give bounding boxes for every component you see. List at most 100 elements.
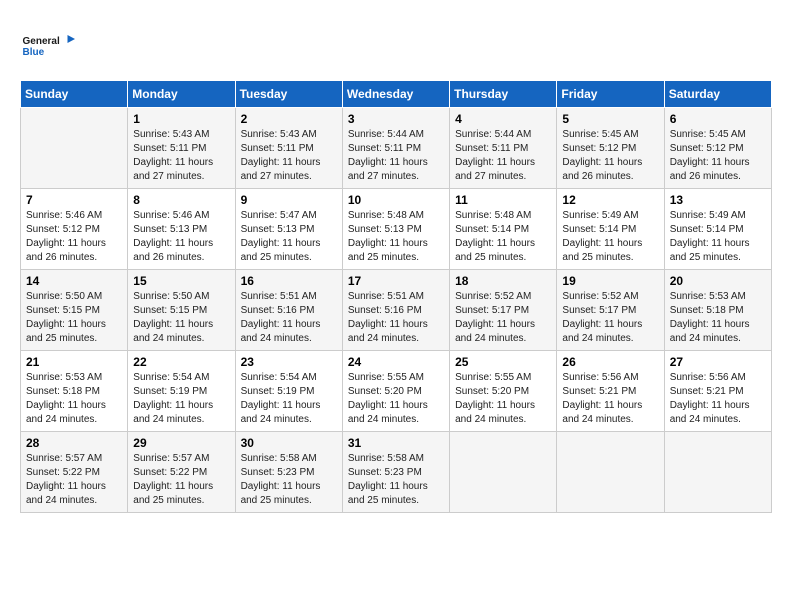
day-number: 20 xyxy=(670,274,766,288)
week-row-1: 1 Sunrise: 5:43 AMSunset: 5:11 PMDaylight… xyxy=(21,108,772,189)
day-cell: 12 Sunrise: 5:49 AMSunset: 5:14 PMDayligh… xyxy=(557,189,664,270)
day-cell: 23 Sunrise: 5:54 AMSunset: 5:19 PMDayligh… xyxy=(235,351,342,432)
logo-svg: General Blue xyxy=(20,20,75,70)
day-number: 25 xyxy=(455,355,551,369)
day-info: Sunrise: 5:52 AMSunset: 5:17 PMDaylight:… xyxy=(455,290,551,346)
col-header-monday: Monday xyxy=(128,81,235,108)
day-cell: 18 Sunrise: 5:52 AMSunset: 5:17 PMDayligh… xyxy=(450,270,557,351)
day-info: Sunrise: 5:51 AMSunset: 5:16 PMDaylight:… xyxy=(348,290,444,346)
day-number: 21 xyxy=(26,355,122,369)
day-number: 18 xyxy=(455,274,551,288)
day-number: 4 xyxy=(455,112,551,126)
day-info: Sunrise: 5:45 AMSunset: 5:12 PMDaylight:… xyxy=(670,128,766,184)
day-number: 29 xyxy=(133,436,229,450)
day-info: Sunrise: 5:56 AMSunset: 5:21 PMDaylight:… xyxy=(562,371,658,427)
day-cell: 25Sunrise: 5:55 AMSunset: 5:20 PMDayligh… xyxy=(450,351,557,432)
calendar-header-row: SundayMondayTuesdayWednesdayThursdayFrid… xyxy=(21,81,772,108)
day-cell: 8 Sunrise: 5:46 AMSunset: 5:13 PMDaylight… xyxy=(128,189,235,270)
day-cell: 29 Sunrise: 5:57 AMSunset: 5:22 PMDayligh… xyxy=(128,432,235,513)
col-header-saturday: Saturday xyxy=(664,81,771,108)
day-info: Sunrise: 5:52 AMSunset: 5:17 PMDaylight:… xyxy=(562,290,658,346)
day-cell xyxy=(450,432,557,513)
week-row-3: 14 Sunrise: 5:50 AMSunset: 5:15 PMDayligh… xyxy=(21,270,772,351)
day-cell: 21 Sunrise: 5:53 AMSunset: 5:18 PMDayligh… xyxy=(21,351,128,432)
day-cell: 10 Sunrise: 5:48 AMSunset: 5:13 PMDayligh… xyxy=(342,189,449,270)
day-info: Sunrise: 5:50 AMSunset: 5:15 PMDaylight:… xyxy=(133,290,229,346)
day-number: 6 xyxy=(670,112,766,126)
day-info: Sunrise: 5:47 AMSunset: 5:13 PMDaylight:… xyxy=(241,209,337,265)
day-cell: 5Sunrise: 5:45 AMSunset: 5:12 PMDaylight… xyxy=(557,108,664,189)
day-number: 30 xyxy=(241,436,337,450)
day-cell: 24 Sunrise: 5:55 AMSunset: 5:20 PMDayligh… xyxy=(342,351,449,432)
day-info: Sunrise: 5:44 AMSunset: 5:11 PMDaylight:… xyxy=(348,128,444,184)
day-number: 27 xyxy=(670,355,766,369)
day-cell: 6 Sunrise: 5:45 AMSunset: 5:12 PMDaylight… xyxy=(664,108,771,189)
day-number: 8 xyxy=(133,193,229,207)
day-info: Sunrise: 5:55 AMSunset: 5:20 PMDaylight:… xyxy=(348,371,444,427)
calendar-table: SundayMondayTuesdayWednesdayThursdayFrid… xyxy=(20,80,772,513)
day-info: Sunrise: 5:50 AMSunset: 5:15 PMDaylight:… xyxy=(26,290,122,346)
day-cell: 20 Sunrise: 5:53 AMSunset: 5:18 PMDayligh… xyxy=(664,270,771,351)
day-cell: 28 Sunrise: 5:57 AMSunset: 5:22 PMDayligh… xyxy=(21,432,128,513)
svg-text:Blue: Blue xyxy=(23,47,45,58)
day-info: Sunrise: 5:53 AMSunset: 5:18 PMDaylight:… xyxy=(26,371,122,427)
day-number: 13 xyxy=(670,193,766,207)
day-info: Sunrise: 5:43 AMSunset: 5:11 PMDaylight:… xyxy=(133,128,229,184)
day-cell: 26Sunrise: 5:56 AMSunset: 5:21 PMDayligh… xyxy=(557,351,664,432)
day-number: 10 xyxy=(348,193,444,207)
day-info: Sunrise: 5:58 AMSunset: 5:23 PMDaylight:… xyxy=(348,452,444,508)
day-cell: 14 Sunrise: 5:50 AMSunset: 5:15 PMDayligh… xyxy=(21,270,128,351)
day-number: 2 xyxy=(241,112,337,126)
day-cell: 3 Sunrise: 5:44 AMSunset: 5:11 PMDaylight… xyxy=(342,108,449,189)
day-info: Sunrise: 5:48 AMSunset: 5:14 PMDaylight:… xyxy=(455,209,551,265)
day-number: 31 xyxy=(348,436,444,450)
day-info: Sunrise: 5:44 AMSunset: 5:11 PMDaylight:… xyxy=(455,128,551,184)
day-number: 7 xyxy=(26,193,122,207)
day-cell: 17Sunrise: 5:51 AMSunset: 5:16 PMDayligh… xyxy=(342,270,449,351)
day-cell: 7 Sunrise: 5:46 AMSunset: 5:12 PMDaylight… xyxy=(21,189,128,270)
day-info: Sunrise: 5:48 AMSunset: 5:13 PMDaylight:… xyxy=(348,209,444,265)
day-number: 1 xyxy=(133,112,229,126)
day-info: Sunrise: 5:46 AMSunset: 5:13 PMDaylight:… xyxy=(133,209,229,265)
col-header-sunday: Sunday xyxy=(21,81,128,108)
day-cell: 13Sunrise: 5:49 AMSunset: 5:14 PMDayligh… xyxy=(664,189,771,270)
day-number: 23 xyxy=(241,355,337,369)
day-number: 14 xyxy=(26,274,122,288)
day-cell: 19 Sunrise: 5:52 AMSunset: 5:17 PMDayligh… xyxy=(557,270,664,351)
day-cell: 1 Sunrise: 5:43 AMSunset: 5:11 PMDaylight… xyxy=(128,108,235,189)
day-number: 19 xyxy=(562,274,658,288)
day-info: Sunrise: 5:54 AMSunset: 5:19 PMDaylight:… xyxy=(133,371,229,427)
logo: General Blue xyxy=(20,20,75,70)
day-number: 3 xyxy=(348,112,444,126)
week-row-4: 21 Sunrise: 5:53 AMSunset: 5:18 PMDayligh… xyxy=(21,351,772,432)
svg-text:General: General xyxy=(23,36,60,47)
col-header-friday: Friday xyxy=(557,81,664,108)
day-number: 15 xyxy=(133,274,229,288)
day-number: 12 xyxy=(562,193,658,207)
day-number: 24 xyxy=(348,355,444,369)
day-info: Sunrise: 5:46 AMSunset: 5:12 PMDaylight:… xyxy=(26,209,122,265)
day-number: 22 xyxy=(133,355,229,369)
page-header: General Blue xyxy=(20,20,772,70)
day-cell: 15 Sunrise: 5:50 AMSunset: 5:15 PMDayligh… xyxy=(128,270,235,351)
day-info: Sunrise: 5:57 AMSunset: 5:22 PMDaylight:… xyxy=(26,452,122,508)
day-cell: 31 Sunrise: 5:58 AMSunset: 5:23 PMDayligh… xyxy=(342,432,449,513)
day-number: 16 xyxy=(241,274,337,288)
day-number: 5 xyxy=(562,112,658,126)
day-cell: 11Sunrise: 5:48 AMSunset: 5:14 PMDayligh… xyxy=(450,189,557,270)
col-header-thursday: Thursday xyxy=(450,81,557,108)
day-info: Sunrise: 5:51 AMSunset: 5:16 PMDaylight:… xyxy=(241,290,337,346)
week-row-5: 28 Sunrise: 5:57 AMSunset: 5:22 PMDayligh… xyxy=(21,432,772,513)
week-row-2: 7 Sunrise: 5:46 AMSunset: 5:12 PMDaylight… xyxy=(21,189,772,270)
day-info: Sunrise: 5:57 AMSunset: 5:22 PMDaylight:… xyxy=(133,452,229,508)
day-cell: 16 Sunrise: 5:51 AMSunset: 5:16 PMDayligh… xyxy=(235,270,342,351)
day-number: 28 xyxy=(26,436,122,450)
day-cell xyxy=(21,108,128,189)
day-info: Sunrise: 5:49 AMSunset: 5:14 PMDaylight:… xyxy=(562,209,658,265)
day-info: Sunrise: 5:54 AMSunset: 5:19 PMDaylight:… xyxy=(241,371,337,427)
col-header-wednesday: Wednesday xyxy=(342,81,449,108)
day-info: Sunrise: 5:53 AMSunset: 5:18 PMDaylight:… xyxy=(670,290,766,346)
day-cell: 30Sunrise: 5:58 AMSunset: 5:23 PMDayligh… xyxy=(235,432,342,513)
day-cell xyxy=(664,432,771,513)
col-header-tuesday: Tuesday xyxy=(235,81,342,108)
